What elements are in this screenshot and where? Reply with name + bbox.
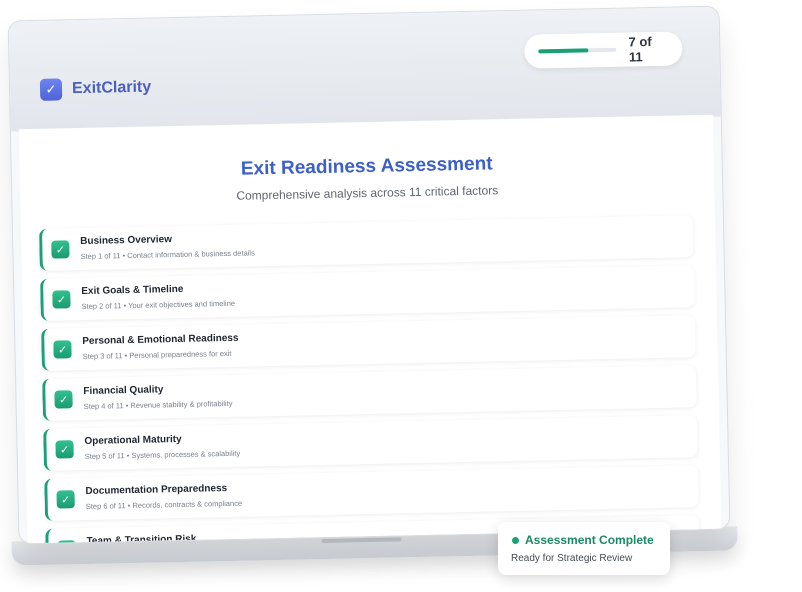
step-item[interactable]: ✓ Exit Goals & Timeline Step 2 of 11 • Y… <box>40 265 695 321</box>
step-subtitle: Step 3 of 11 • Personal preparedness for… <box>82 348 232 362</box>
app-screen: ✓ ExitClarity 7 of 11 Exit Readiness Ass… <box>8 6 730 544</box>
toast-title: Assessment Complete <box>525 533 654 547</box>
step-title: Operational Maturity <box>84 433 182 447</box>
main-content: Exit Readiness Assessment Comprehensive … <box>18 114 722 544</box>
step-subtitle: Step 5 of 11 • Systems, processes & scal… <box>84 448 241 461</box>
step-subtitle: Step 2 of 11 • Your exit objectives and … <box>81 298 236 312</box>
step-title: Documentation Preparedness <box>85 483 228 497</box>
check-icon: ✓ <box>39 78 63 101</box>
step-list: ✓ Business Overview Step 1 of 11 • Conta… <box>38 215 700 544</box>
step-subtitle: Step 4 of 11 • Revenue stability & profi… <box>83 398 233 412</box>
top-bar: ✓ ExitClarity 7 of 11 <box>8 6 721 132</box>
check-icon: ✓ <box>51 240 70 259</box>
step-item[interactable]: ✓ Operational Maturity Step 5 of 11 • Sy… <box>43 415 698 471</box>
status-dot-icon <box>512 537 519 544</box>
check-icon: ✓ <box>52 290 71 309</box>
step-title: Personal & Emotional Readiness <box>82 332 239 348</box>
app-name: ExitClarity <box>71 78 152 98</box>
page-title: Exit Readiness Assessment <box>240 153 493 180</box>
progress-fill <box>538 48 589 54</box>
progress-indicator: 7 of 11 <box>524 31 683 69</box>
step-title: Business Overview <box>80 234 173 248</box>
step-subtitle: Step 1 of 11 • Contact information & bus… <box>80 248 255 262</box>
check-icon: ✓ <box>54 390 73 409</box>
step-subtitle: Step 6 of 11 • Records, contracts & comp… <box>85 498 243 511</box>
step-title: Financial Quality <box>83 384 164 398</box>
step-title: Exit Goals & Timeline <box>81 283 184 298</box>
assessment-complete-toast[interactable]: Assessment Complete Ready for Strategic … <box>498 522 670 575</box>
progress-track <box>538 47 617 54</box>
step-item[interactable]: ✓ Business Overview Step 1 of 11 • Conta… <box>38 215 694 271</box>
progress-label: 7 of 11 <box>628 34 652 65</box>
step-item[interactable]: ✓ Documentation Preparedness Step 6 of 1… <box>44 465 699 521</box>
check-icon: ✓ <box>55 440 74 459</box>
check-icon: ✓ <box>56 490 75 509</box>
app-logo[interactable]: ✓ ExitClarity <box>39 77 152 101</box>
check-icon: ✓ <box>53 340 72 359</box>
toast-subtitle: Ready for Strategic Review <box>511 553 633 564</box>
step-item[interactable]: ✓ Personal & Emotional Readiness Step 3 … <box>41 315 696 371</box>
laptop-notch <box>321 537 402 544</box>
step-item[interactable]: ✓ Financial Quality Step 4 of 11 • Reven… <box>42 365 697 421</box>
laptop-device: ✓ ExitClarity 7 of 11 Exit Readiness Ass… <box>8 6 738 566</box>
